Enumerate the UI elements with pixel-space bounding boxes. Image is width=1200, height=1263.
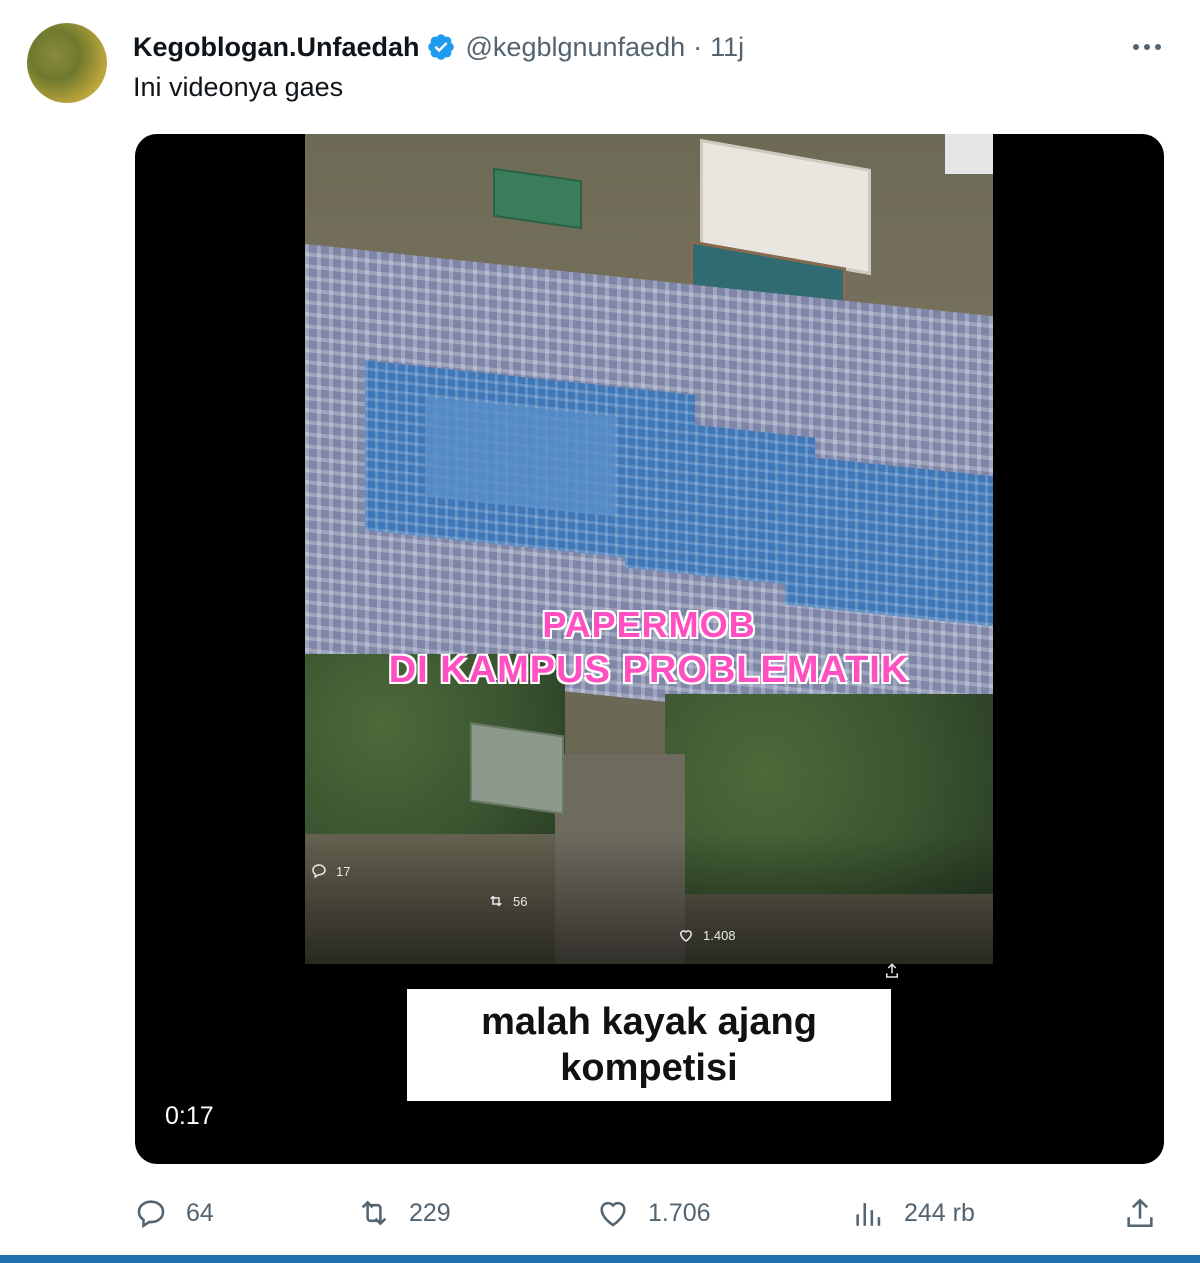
caption-line2: kompetisi [560,1047,738,1089]
more-icon[interactable] [1132,32,1162,62]
embedded-like-icon [679,930,693,942]
blue-inner-left [425,396,615,517]
embedded-retweet-stat: 56 [487,892,527,910]
share-icon [1127,1198,1153,1228]
tweet-time[interactable]: 11j [710,32,744,63]
separator-dot: · [693,31,703,62]
like-button[interactable]: 1.706 [596,1193,711,1233]
reply-icon [137,1200,165,1229]
shed [470,722,564,815]
reply-count: 64 [186,1198,214,1227]
embedded-reply-stat: 17 [310,862,350,880]
share-button[interactable] [1123,1193,1157,1233]
embedded-reply-count: 17 [336,863,351,879]
retweet-count: 229 [409,1198,451,1227]
retweet-icon [361,1200,387,1226]
video-caption: malah kayak ajang kompetisi [407,989,891,1101]
like-count: 1.706 [648,1198,711,1227]
avatar[interactable] [27,23,107,103]
video-player[interactable]: 17 56 1.408 PAPERMOB DI KAMPUS PROBLEMAT… [135,134,1164,1164]
embedded-reply-icon [312,864,326,879]
overlay-title-line1: PAPERMOB [542,604,756,645]
caption-line1: malah kayak ajang [481,1001,817,1043]
reply-button[interactable]: 64 [134,1193,214,1233]
action-bar: 64 229 1.706 244 rb [0,1193,1200,1233]
bottom-accent-bar [0,1255,1200,1263]
watermark-patch [945,134,993,174]
views-count: 244 rb [904,1198,975,1227]
tweet-header: Kegoblogan.Unfaedah @kegblgnunfaedh · 11… [133,28,744,66]
video-shade [305,834,993,964]
user-handle[interactable]: @kegblgnunfaedh [466,32,686,63]
display-name[interactable]: Kegoblogan.Unfaedah [133,32,420,63]
embedded-like-stat: 1.408 [677,926,736,944]
video-duration: 0:17 [165,1102,214,1130]
embedded-retweet-icon [490,895,502,907]
like-icon [600,1201,626,1227]
blue-formation-right [785,454,993,627]
tweet-text: Ini videonya gaes [133,72,344,102]
verified-badge-icon [427,34,454,60]
views-icon [856,1203,881,1226]
views-button[interactable]: 244 rb [852,1193,975,1233]
overlay-title-line2: DI KAMPUS PROBLEMATIK [388,649,910,691]
embedded-share-icon [886,963,898,978]
retweet-button[interactable]: 229 [357,1193,451,1233]
embedded-like-count: 1.408 [703,927,736,943]
embedded-retweet-count: 56 [513,893,528,909]
